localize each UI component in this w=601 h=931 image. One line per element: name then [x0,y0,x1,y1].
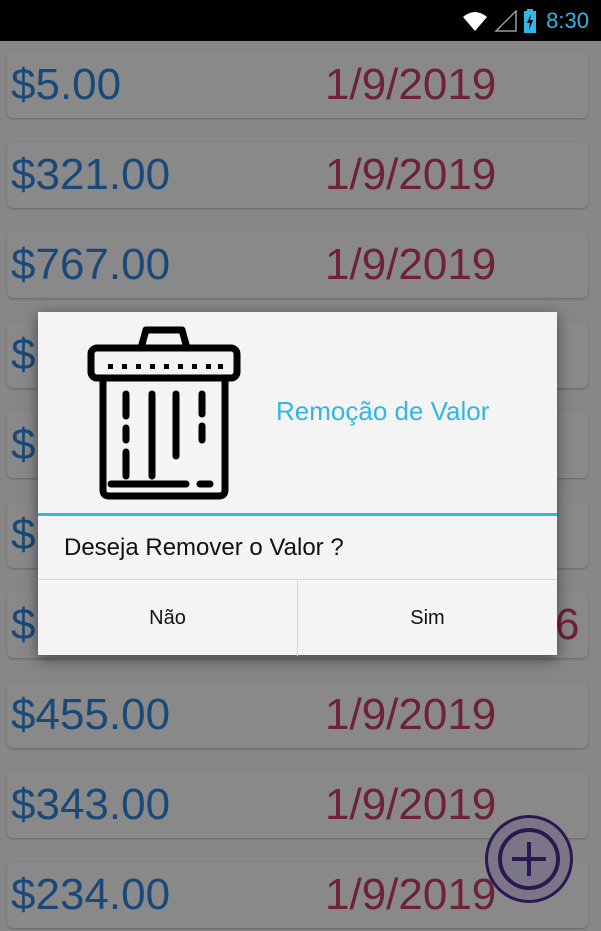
no-button[interactable]: Não [38,580,297,656]
cell-signal-icon [494,10,517,32]
dialog-message: Deseja Remover o Valor ? [64,534,344,561]
trash-can-icon [87,326,241,500]
clock-time: 8:30 [546,8,589,33]
dialog-button-bar: Não Sim [38,579,557,656]
wifi-icon [463,12,488,31]
yes-button[interactable]: Sim [297,580,557,656]
status-icons: 8:30 [462,8,589,34]
remove-value-dialog: Remoção de Valor Deseja Remover o Valor … [38,312,557,656]
battery-charging-icon [524,9,537,33]
dialog-header: Remoção de Valor [38,312,557,513]
dialog-title-divider [38,513,557,516]
status-bar: 8:30 [0,0,601,41]
dialog-title: Remoção de Valor [276,396,490,426]
